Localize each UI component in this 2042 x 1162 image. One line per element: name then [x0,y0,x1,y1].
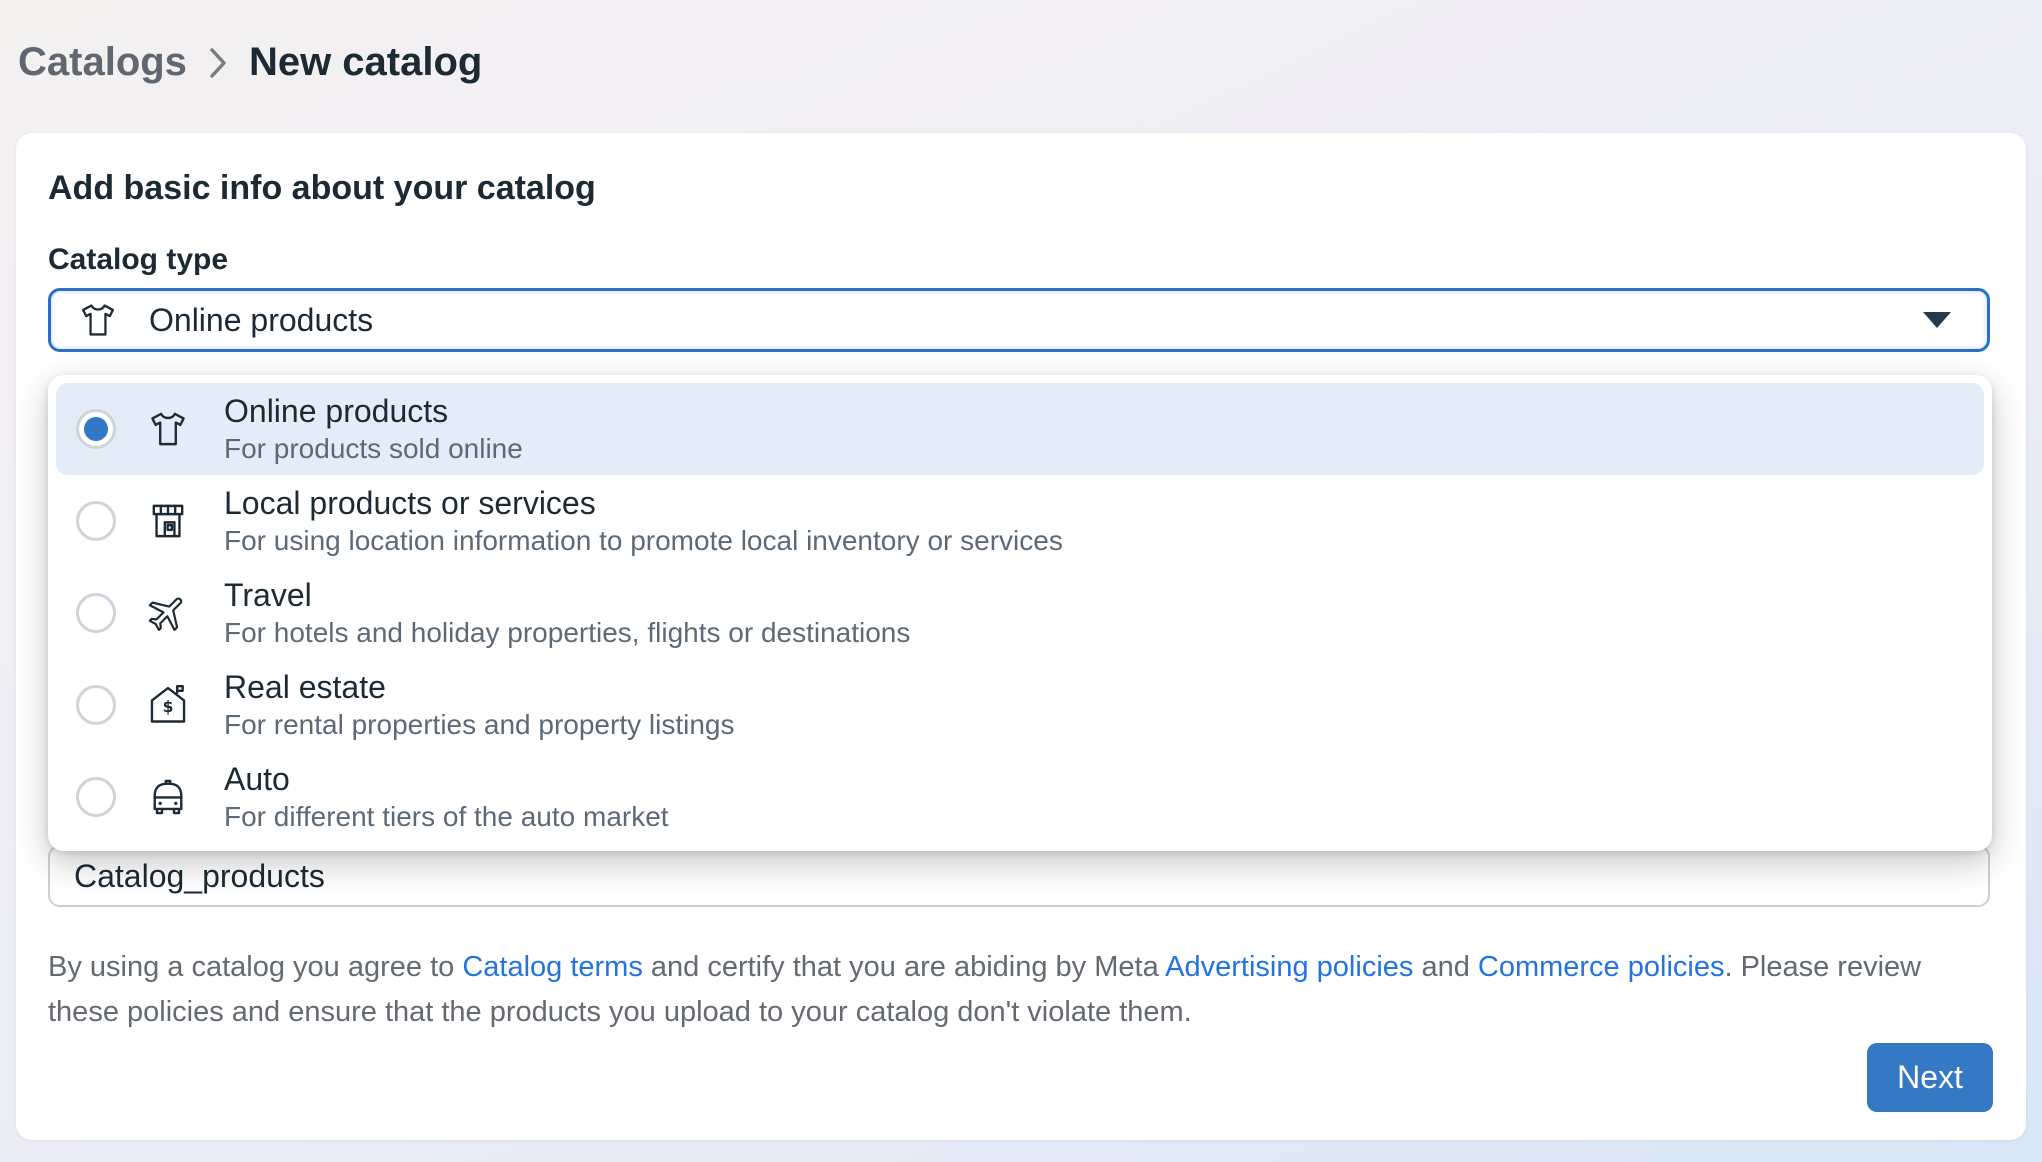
legal-link[interactable]: Commerce policies [1478,951,1725,983]
option-description: For different tiers of the auto market [224,799,669,835]
plane-icon [146,591,190,635]
catalog-type-label: Catalog type [48,243,228,277]
catalog-type-option[interactable]: Real estate For rental properties and pr… [56,659,1984,751]
radio-button[interactable] [76,685,116,725]
catalog-name-input[interactable] [48,845,1990,907]
catalog-type-listbox: Online products For products sold online… [48,375,1992,851]
option-title: Travel [224,575,910,615]
tshirt-icon [146,407,190,451]
radio-button[interactable] [76,777,116,817]
breadcrumb-catalogs-link[interactable]: Catalogs [18,40,187,85]
radio-button[interactable] [76,593,116,633]
legal-text-segment: By using a catalog you agree to [48,951,462,983]
legal-text-segment: and [1413,951,1478,983]
catalog-type-option[interactable]: Auto For different tiers of the auto mar… [56,751,1984,843]
catalog-type-option[interactable]: Travel For hotels and holiday properties… [56,567,1984,659]
chevron-down-icon [1923,312,1951,328]
legal-text: By using a catalog you agree to Catalog … [48,945,1968,1035]
legal-link[interactable]: Catalog terms [462,951,643,983]
option-title: Auto [224,759,669,799]
car-icon [146,775,190,819]
option-title: Local products or services [224,483,1063,523]
option-description: For hotels and holiday properties, fligh… [224,615,910,651]
catalog-type-option[interactable]: Local products or services For using loc… [56,475,1984,567]
legal-link[interactable]: Advertising policies [1165,951,1413,983]
chevron-right-icon [207,45,229,81]
house-icon [146,683,190,727]
option-description: For products sold online [224,431,523,467]
catalog-type-select-value: Online products [149,302,373,339]
option-title: Real estate [224,667,734,707]
next-button[interactable]: Next [1867,1043,1993,1112]
option-title: Online products [224,391,523,431]
option-description: For rental properties and property listi… [224,707,734,743]
catalog-type-option[interactable]: Online products For products sold online [56,383,1984,475]
storefront-icon [146,499,190,543]
page-title: New catalog [249,40,482,85]
radio-button[interactable] [76,409,116,449]
option-description: For using location information to promot… [224,523,1063,559]
new-catalog-card: Add basic info about your catalog Catalo… [16,133,2026,1140]
breadcrumb: Catalogs New catalog [18,40,482,85]
tshirt-icon [77,299,119,341]
card-heading: Add basic info about your catalog [48,169,596,208]
radio-button[interactable] [76,501,116,541]
legal-text-segment: and certify that you are abiding by Meta [643,951,1165,983]
catalog-type-select[interactable]: Online products [48,288,1990,352]
